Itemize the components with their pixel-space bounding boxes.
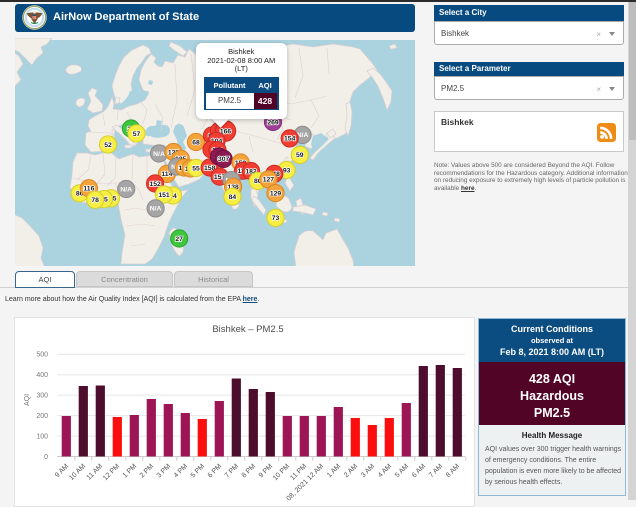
svg-text:55: 55 xyxy=(192,165,200,172)
svg-text:78: 78 xyxy=(91,197,99,204)
svg-text:300: 300 xyxy=(36,392,48,399)
svg-text:52: 52 xyxy=(104,142,112,149)
svg-text:500: 500 xyxy=(36,351,48,358)
svg-text:59: 59 xyxy=(296,152,304,159)
svg-text:3 AM: 3 AM xyxy=(360,462,376,478)
svg-text:5 AM: 5 AM xyxy=(394,462,410,478)
svg-text:269: 269 xyxy=(267,119,279,126)
svg-text:200: 200 xyxy=(36,413,48,420)
svg-text:307: 307 xyxy=(218,156,230,163)
svg-text:10 PM: 10 PM xyxy=(272,462,291,481)
svg-text:0: 0 xyxy=(44,453,48,460)
svg-text:1 PM: 1 PM xyxy=(122,462,139,479)
svg-text:11 AM: 11 AM xyxy=(86,462,105,481)
svg-text:27: 27 xyxy=(175,236,183,243)
svg-text:127: 127 xyxy=(263,177,275,184)
svg-text:N/A: N/A xyxy=(153,151,165,158)
svg-text:AQI: AQI xyxy=(24,393,31,405)
svg-text:400: 400 xyxy=(36,372,48,379)
svg-text:4 PM: 4 PM xyxy=(173,462,190,479)
svg-text:129: 129 xyxy=(270,190,282,197)
svg-text:57: 57 xyxy=(133,131,141,138)
svg-text:5 PM: 5 PM xyxy=(190,462,207,479)
svg-text:Bishkek – PM2.5: Bishkek – PM2.5 xyxy=(212,324,283,335)
svg-text:N/A: N/A xyxy=(120,186,132,193)
svg-text:4 AM: 4 AM xyxy=(377,462,393,478)
svg-text:1 AM: 1 AM xyxy=(326,462,342,478)
svg-text:7 AM: 7 AM xyxy=(428,462,444,478)
svg-text:8 PM: 8 PM xyxy=(241,462,258,479)
svg-text:N/A: N/A xyxy=(150,206,162,213)
svg-text:151: 151 xyxy=(158,192,170,199)
svg-text:3 PM: 3 PM xyxy=(156,462,173,479)
svg-text:6 PM: 6 PM xyxy=(207,462,224,479)
svg-text:10 AM: 10 AM xyxy=(68,462,87,481)
svg-text:8 AM: 8 AM xyxy=(445,462,461,478)
svg-text:12 PM: 12 PM xyxy=(102,462,121,481)
svg-text:68: 68 xyxy=(192,139,200,146)
svg-text:154: 154 xyxy=(284,136,296,143)
svg-text:7 PM: 7 PM xyxy=(224,462,241,479)
svg-text:93: 93 xyxy=(283,167,291,174)
svg-text:2 PM: 2 PM xyxy=(139,462,156,479)
svg-text:73: 73 xyxy=(272,215,280,222)
svg-text:100: 100 xyxy=(36,433,48,440)
svg-text:84: 84 xyxy=(229,194,237,201)
svg-text:6 AM: 6 AM xyxy=(411,462,427,478)
svg-text:2 AM: 2 AM xyxy=(343,462,359,478)
